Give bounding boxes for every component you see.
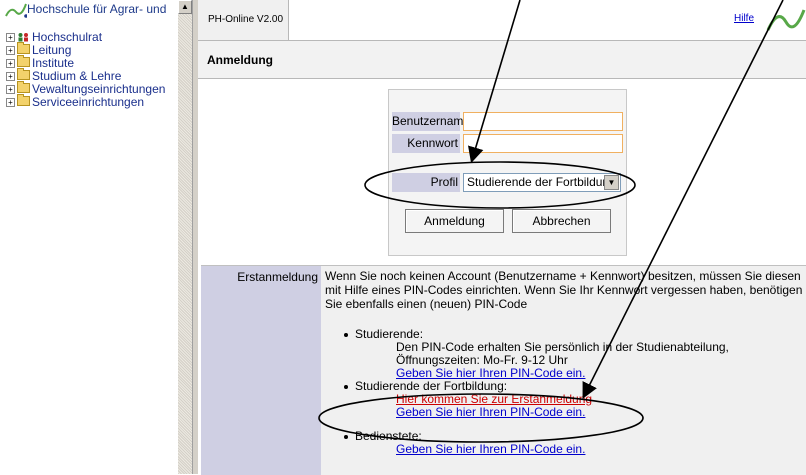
section-label-cell: Erstanmeldung <box>201 266 321 475</box>
people-icon <box>18 33 28 42</box>
tree-item-leitung[interactable]: + Leitung <box>6 42 165 57</box>
expand-icon[interactable]: + <box>6 85 15 94</box>
expand-icon[interactable]: + <box>6 72 15 81</box>
chevron-down-icon[interactable]: ▼ <box>604 175 619 190</box>
bullet-icon <box>344 333 348 337</box>
link-text[interactable]: Geben Sie hier Ihren PIN-Code ein. <box>396 442 585 456</box>
cancel-button[interactable]: Abbrechen <box>512 209 611 233</box>
bullet-title: Bedienstete: <box>355 429 422 443</box>
password-label: Kennwort <box>392 134 460 153</box>
link-text[interactable]: Hier kommen Sie zur Erstanmeldung <box>396 392 592 406</box>
bullet-icon <box>344 385 348 389</box>
username-label: Benutzername <box>392 112 470 131</box>
page-title: Anmeldung <box>207 53 273 67</box>
bullet-title: Studierende: <box>355 327 424 341</box>
bullet-title: Studierende der Fortbildung: <box>355 379 508 393</box>
tree-item-label: Serviceeinrichtungen <box>32 95 145 109</box>
continuing-pin-link[interactable]: Geben Sie hier Ihren PIN-Code ein. <box>396 406 585 419</box>
page-header: Anmeldung <box>198 41 806 79</box>
main-frame: PH-Online V2.00 Hilfe Anmeldung Benutzer… <box>198 0 806 475</box>
folder-icon <box>17 81 30 93</box>
folder-icon <box>17 68 30 80</box>
tree-list: + Hochschulrat + Leitung + Institute + Studi… <box>6 31 165 109</box>
tree-item-label: Studium & Lehre <box>32 69 122 83</box>
tree-item-hochschulrat[interactable]: + Hochschulrat <box>6 31 165 44</box>
tree-item-service[interactable]: + Serviceeinrichtungen <box>6 94 165 109</box>
expand-icon[interactable]: + <box>6 33 15 42</box>
top-bar: PH-Online V2.00 Hilfe <box>198 0 806 41</box>
profile-label: Profil <box>392 173 460 192</box>
first-login-section: Erstanmeldung Wenn Sie noch keinen Accou… <box>201 265 806 475</box>
staff-pin-link[interactable]: Geben Sie hier Ihren PIN-Code ein. <box>396 443 585 456</box>
expand-icon[interactable]: + <box>6 46 15 55</box>
expand-icon[interactable]: + <box>6 98 15 107</box>
login-box: Benutzername Kennwort Profil Studierende… <box>388 89 627 256</box>
tree-root[interactable]: Hochschule für Agrar- und <box>5 2 166 18</box>
profile-select[interactable]: Studierende der Fortbildung ▼ <box>463 173 621 192</box>
help-link[interactable]: Hilfe <box>734 13 754 24</box>
password-field[interactable] <box>463 134 623 153</box>
folder-icon <box>17 42 30 54</box>
tree-scrollbar[interactable]: ▲ <box>178 0 192 474</box>
logo-icon <box>766 9 806 31</box>
link-text[interactable]: Geben Sie hier Ihren PIN-Code ein. <box>396 366 585 380</box>
expand-icon[interactable]: + <box>6 59 15 68</box>
link-text[interactable]: Geben Sie hier Ihren PIN-Code ein. <box>396 405 585 419</box>
students-text: Den PIN-Code erhalten Sie persönlich in … <box>396 340 729 367</box>
tree-item-label: Leitung <box>32 43 72 57</box>
section-label: Erstanmeldung <box>237 270 318 284</box>
folder-icon <box>17 94 30 106</box>
tree-item-label: Institute <box>32 56 75 70</box>
tree-root-label: Hochschule für Agrar- und <box>27 2 167 17</box>
logo-icon <box>5 3 28 18</box>
first-login-intro: Wenn Sie noch keinen Account (Benutzerna… <box>325 269 803 311</box>
bullet-icon <box>344 435 348 439</box>
tree-item-label: Vewaltungseinrichtungen <box>32 82 166 96</box>
navigation-tree: Hochschule für Agrar- und + Hochschulrat … <box>0 0 178 474</box>
login-button[interactable]: Anmeldung <box>405 209 504 233</box>
scroll-up-icon[interactable]: ▲ <box>178 0 192 14</box>
folder-icon <box>17 55 30 67</box>
app-tab[interactable]: PH-Online V2.00 <box>198 0 289 40</box>
tree-item-label: Hochschulrat <box>32 30 103 44</box>
profile-select-value: Studierende der Fortbildung <box>467 175 616 189</box>
username-field[interactable] <box>463 112 623 131</box>
